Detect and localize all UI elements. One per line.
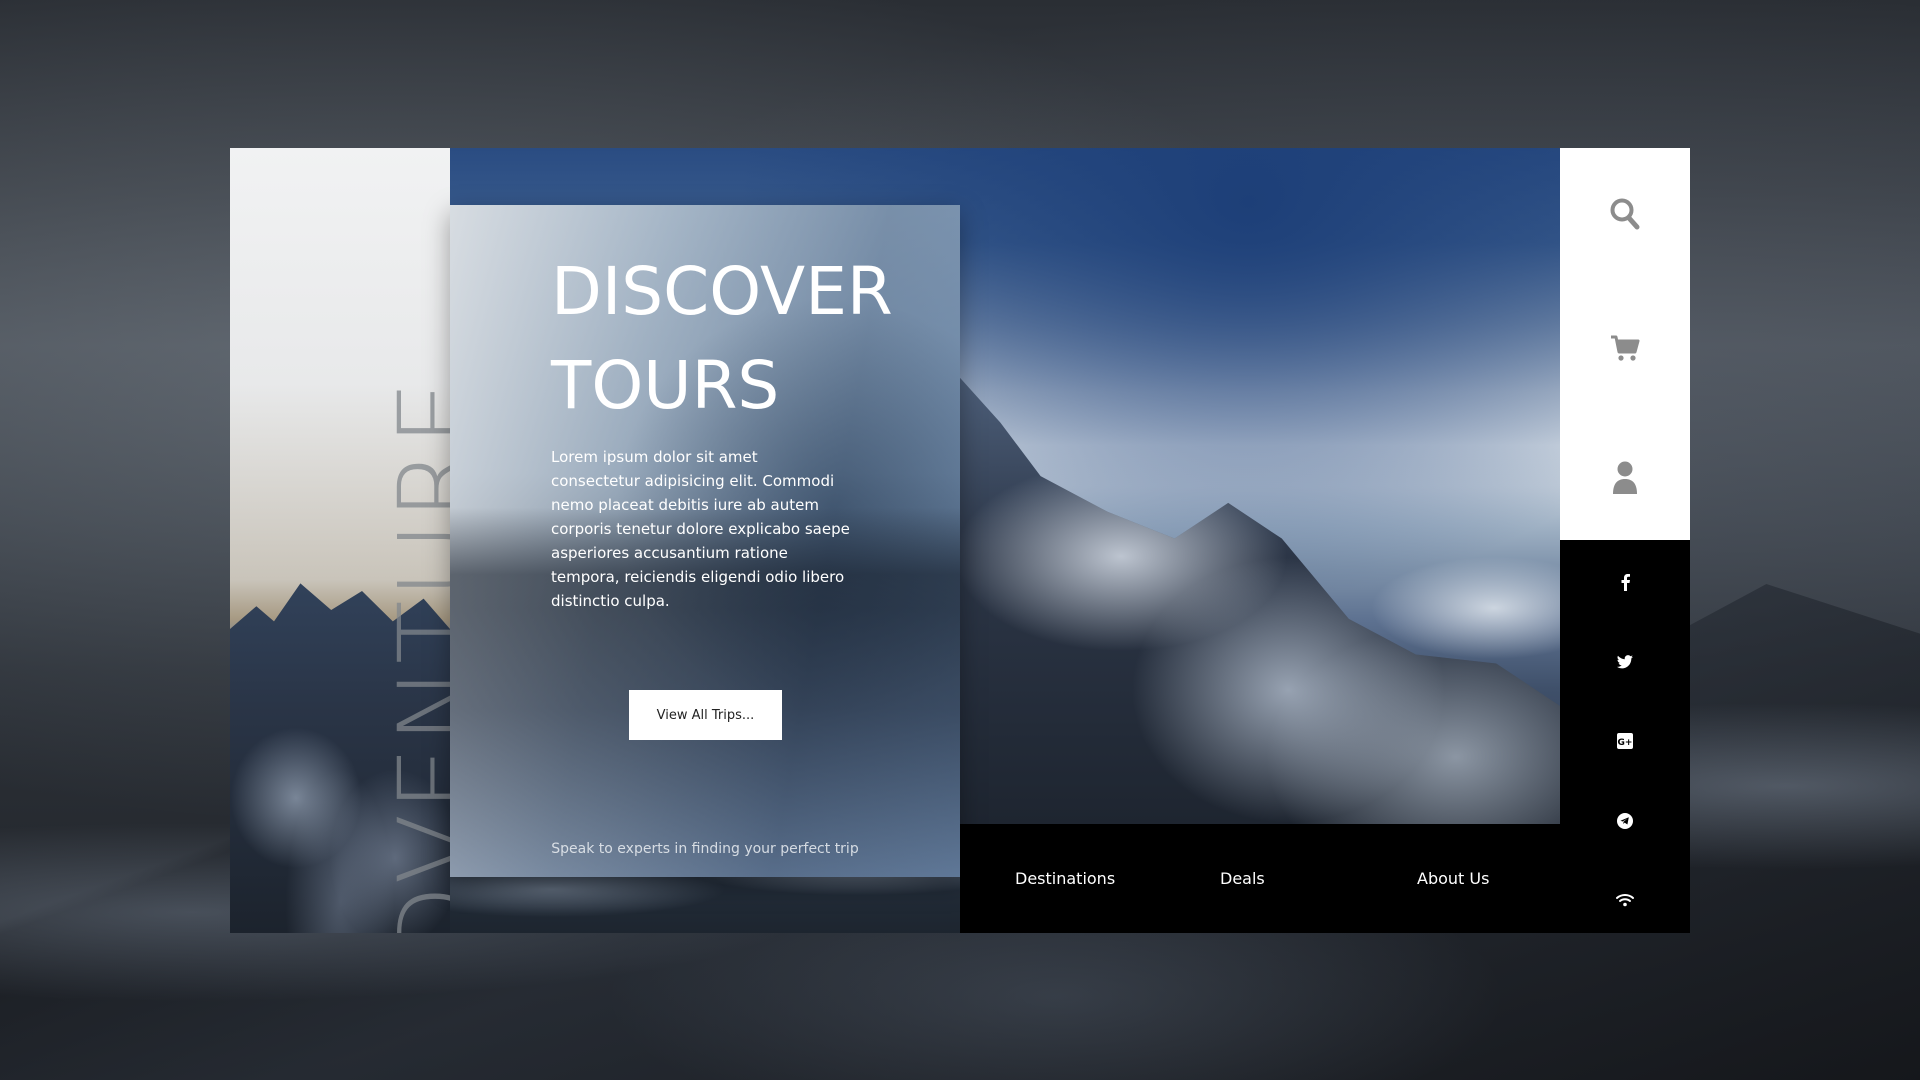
cart-icon	[1611, 335, 1640, 361]
user-icon	[1613, 461, 1637, 494]
bottom-nav: Destinations Deals About Us	[960, 824, 1590, 933]
view-all-trips-button[interactable]: View All Trips...	[629, 690, 782, 740]
telegram-link[interactable]	[1560, 809, 1690, 833]
hero-card: DISCOVER TOURS Lorem ipsum dolor sit ame…	[450, 205, 960, 877]
landing-frame: ADVENTURE DISCOVER TOURS Lorem ipsum dol…	[230, 148, 1690, 933]
svg-text:G+: G+	[1618, 738, 1633, 748]
search-button[interactable]	[1560, 194, 1690, 234]
left-image-strip: ADVENTURE	[230, 148, 450, 933]
twitter-link[interactable]	[1560, 650, 1690, 674]
nav-item-about-us[interactable]: About Us	[1417, 824, 1489, 933]
social-sidebar: G+	[1560, 540, 1690, 933]
cart-button[interactable]	[1560, 328, 1690, 368]
wifi-link[interactable]	[1560, 888, 1690, 912]
hero-title: DISCOVER TOURS	[551, 245, 893, 433]
account-button[interactable]	[1560, 458, 1690, 498]
search-icon	[1610, 198, 1640, 230]
cloud-mist	[1350, 548, 1590, 668]
nav-item-destinations[interactable]: Destinations	[1015, 824, 1115, 933]
google-plus-link[interactable]: G+	[1560, 729, 1690, 753]
vertical-brand-word: ADVENTURE	[376, 378, 450, 933]
twitter-icon	[1617, 655, 1633, 669]
google-plus-icon: G+	[1617, 733, 1633, 749]
telegram-icon	[1617, 813, 1633, 829]
nav-item-deals[interactable]: Deals	[1220, 824, 1265, 933]
facebook-link[interactable]	[1560, 570, 1690, 594]
facebook-icon	[1621, 574, 1630, 591]
sidebar-actions	[1560, 148, 1690, 540]
wifi-icon	[1616, 894, 1634, 907]
hero-title-line2: TOURS	[551, 347, 780, 424]
hero-footer-text: Speak to experts in finding your perfect…	[551, 841, 859, 857]
hero-description: Lorem ipsum dolor sit amet consectetur a…	[551, 448, 850, 610]
hero-title-line1: DISCOVER	[551, 253, 893, 330]
